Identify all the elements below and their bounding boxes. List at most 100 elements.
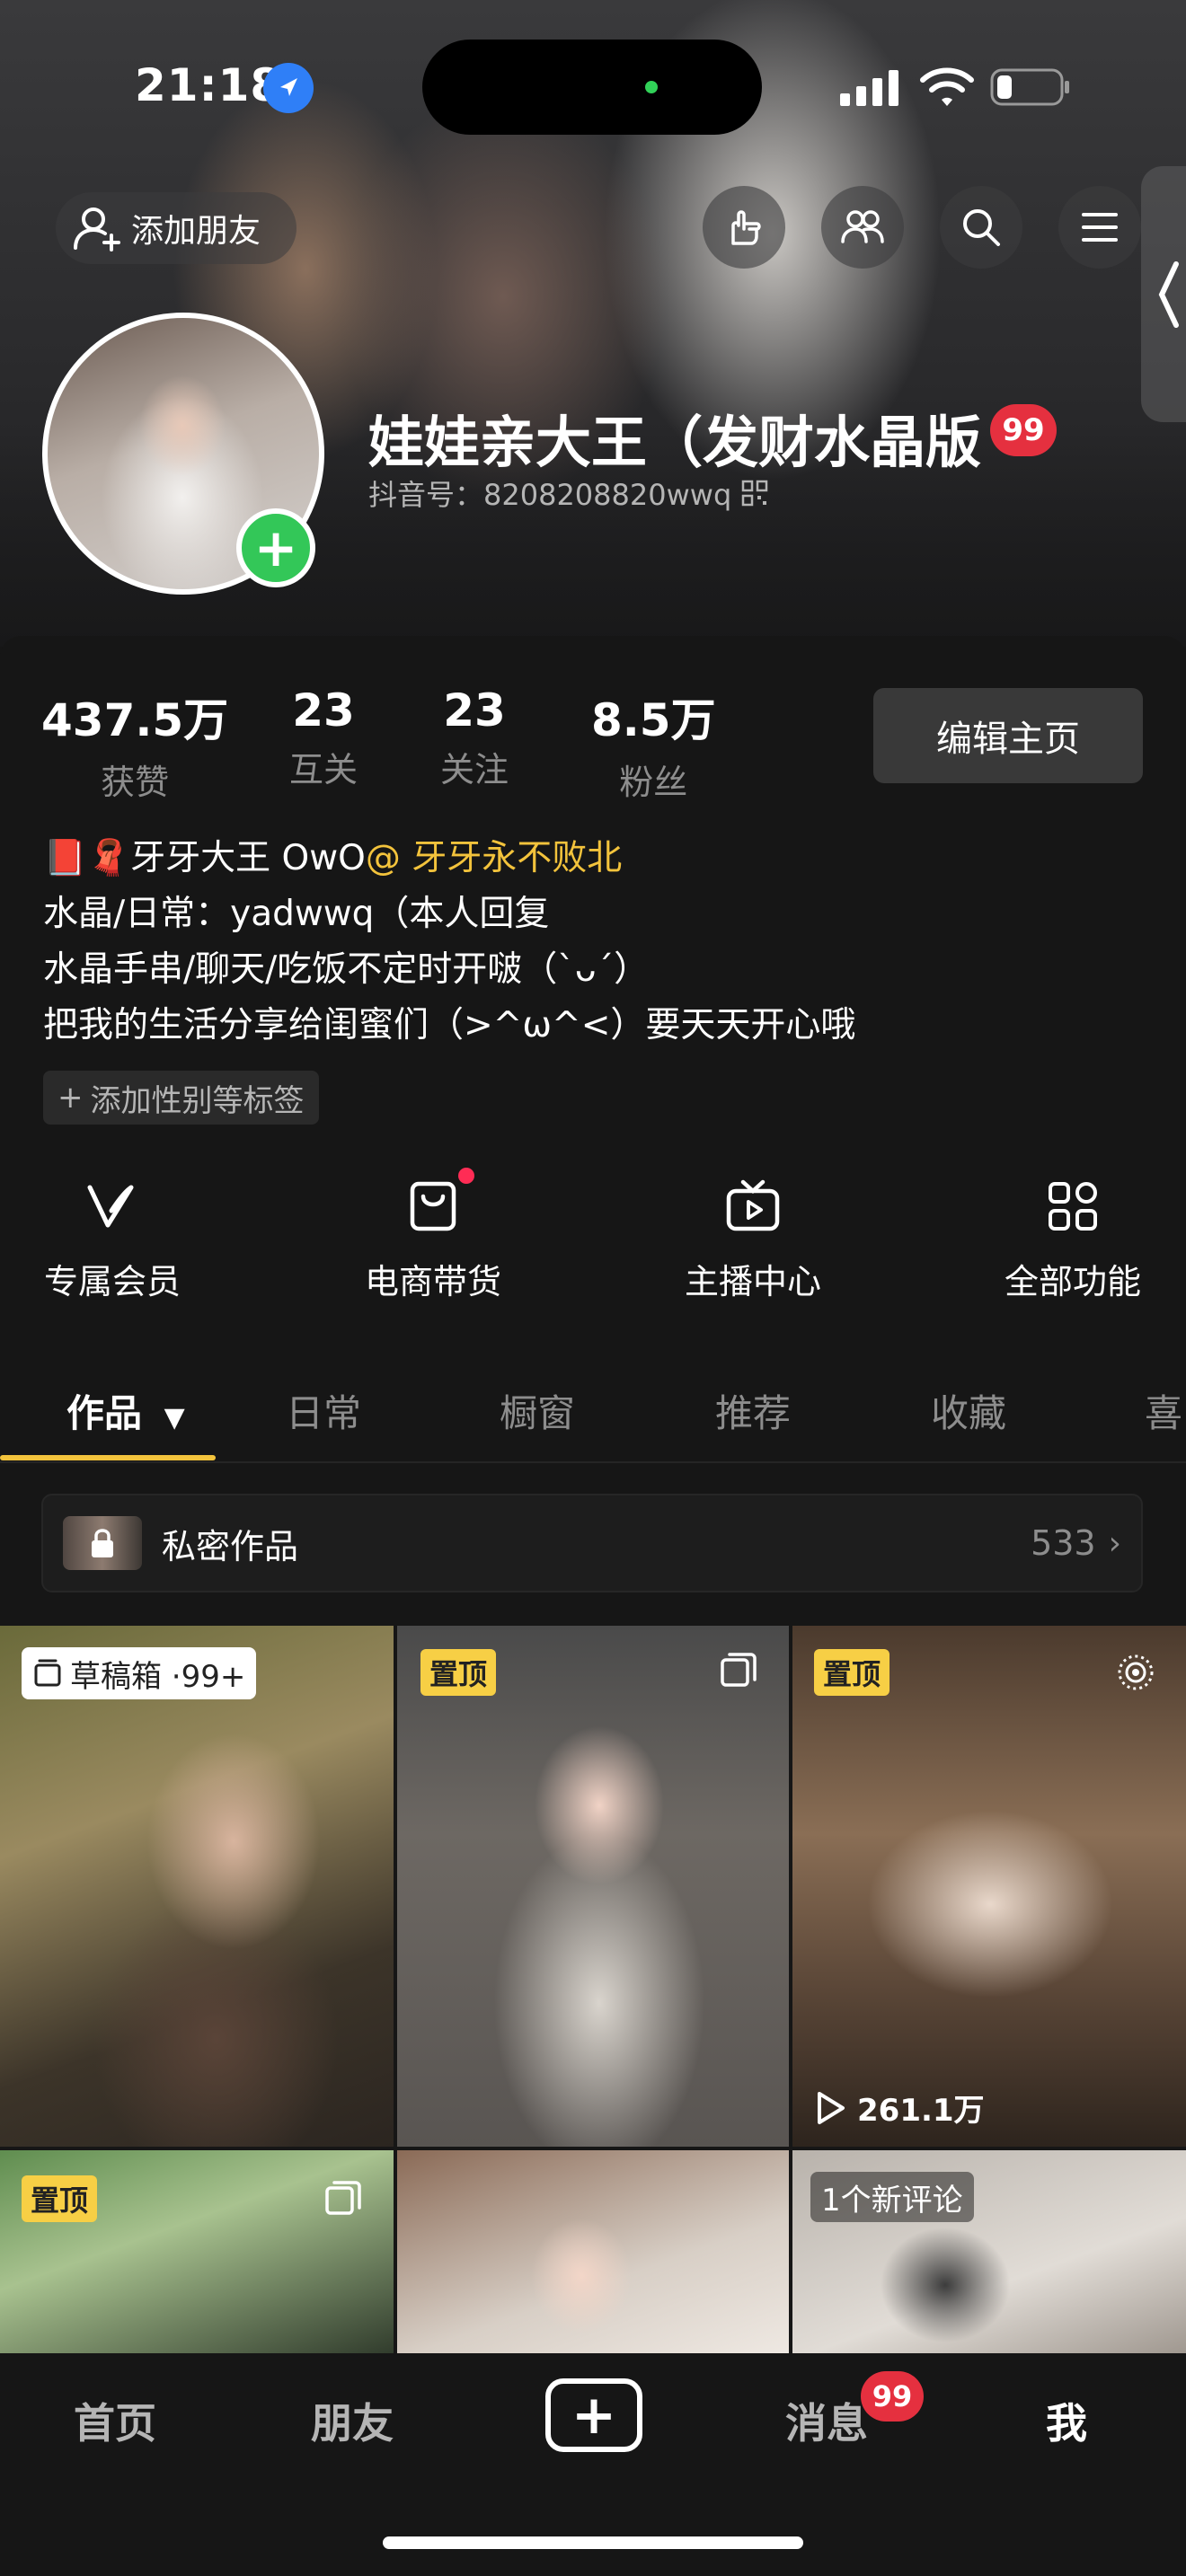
add-friend-button[interactable]: 添加朋友 [56,192,296,264]
chevron-right-icon: › [1108,1524,1121,1562]
menu-button[interactable] [1058,186,1141,269]
groups-button[interactable] [821,186,904,269]
stat-value: 8.5万 [591,694,716,746]
tab-favorites[interactable]: 收藏 [931,1383,1006,1438]
bio-text: 📕🧣牙牙大王 OwO [43,838,366,878]
stat-mutual[interactable]: 23 互关 [289,684,358,791]
private-works-count: 533 [1031,1523,1096,1563]
tab-showcase[interactable]: 橱窗 [500,1383,575,1438]
edit-profile-button[interactable]: 编辑主页 [873,688,1143,783]
video-thumbnail[interactable] [792,1626,1186,2147]
stat-label: 粉丝 [619,763,688,802]
play-icon [818,2091,845,2124]
plus-icon: + [58,1080,84,1116]
add-user-icon [74,207,120,251]
profile-screen: 21:18 添加朋友 + 娃娃亲大王（发财水晶版 99 抖音号：82082088… [0,0,1186,2576]
nav-home[interactable]: 首页 [74,2391,156,2450]
chevron-left-icon [1158,260,1179,328]
active-tab-indicator [0,1455,216,1460]
function-label: 全部功能 [1004,1262,1141,1301]
bio-line-4: 把我的生活分享给闺蜜们（>^ω^<）要天天开心哦 [43,1005,856,1045]
plus-icon: + [571,2384,617,2447]
nav-me[interactable]: 我 [1046,2391,1087,2450]
add-friend-label: 添加朋友 [131,213,261,250]
name-notification-badge: 99 [990,404,1057,456]
private-works-row[interactable]: 私密作品 533 › [41,1494,1143,1592]
douyin-id-row[interactable]: 抖音号：8208208820wwq [368,472,769,514]
stat-following[interactable]: 23 关注 [440,684,509,791]
stat-value: 23 [292,684,355,737]
people-icon [841,210,884,243]
new-comment-badge: 1个新评论 [810,2172,974,2222]
stat-likes[interactable]: 437.5万 获赞 [41,684,228,804]
function-vip[interactable]: 专属会员 [22,1177,202,1303]
bio-mention-link[interactable]: @ 牙牙永不败北 [366,838,622,878]
stat-followers[interactable]: 8.5万 粉丝 [591,684,716,804]
drafts-badge[interactable]: 草稿箱 ·99+ [22,1647,257,1699]
function-all[interactable]: 全部功能 [983,1177,1163,1303]
drafts-label: 草稿箱 ·99+ [70,1658,246,1695]
live-photo-icon [1118,1654,1154,1690]
home-indicator [383,2536,803,2549]
function-ecommerce[interactable]: 电商带货 [343,1177,523,1303]
vip-v-icon [87,1185,134,1228]
tab-likes[interactable]: 喜 [1145,1383,1182,1438]
function-label: 电商带货 [364,1262,501,1301]
multi-image-icon [721,1653,757,1687]
tab-recommend[interactable]: 推荐 [715,1383,791,1438]
function-streamer-center[interactable]: 主播中心 [663,1177,843,1303]
pinned-badge: 置顶 [814,1649,890,1696]
status-time: 21:18 [135,59,283,111]
tab-daily[interactable]: 日常 [286,1383,361,1438]
profile-name: 娃娃亲大王（发财水晶版 [368,410,982,475]
location-arrow-icon [263,63,314,113]
create-post-button[interactable]: + [545,2378,642,2452]
side-drawer-handle[interactable] [1141,166,1186,422]
nav-messages[interactable]: 消息 [785,2391,868,2450]
qr-code-icon[interactable] [740,479,769,507]
tab-works[interactable]: 作品 ▼ [66,1383,185,1438]
add-story-plus-icon[interactable]: + [236,508,315,587]
shopping-bag-icon [410,1181,456,1231]
messages-unread-badge: 99 [861,2371,924,2422]
notification-dot [458,1168,474,1184]
stat-value: 437.5万 [41,694,229,746]
caret-down-icon: ▼ [164,1402,185,1434]
hand-point-icon [731,210,761,245]
private-works-thumbnail [63,1516,142,1570]
lock-icon [92,1529,113,1557]
stat-label: 互关 [289,750,358,790]
function-label: 专属会员 [43,1262,181,1301]
stat-value: 23 [443,684,506,737]
cellular-signal-icon [840,70,898,106]
nav-friends[interactable]: 朋友 [311,2391,394,2450]
add-tags-label: 添加性别等标签 [90,1082,305,1119]
function-label: 主播中心 [684,1262,821,1301]
search-button[interactable] [940,186,1022,269]
pinned-badge: 置顶 [420,1649,497,1696]
grid-apps-icon [1049,1182,1097,1231]
tabs-divider [0,1461,1186,1463]
drafts-box-icon [34,1659,61,1687]
view-count: 261.1万 [814,2086,985,2130]
private-works-label: 私密作品 [162,1526,299,1566]
stat-label: 获赞 [101,763,170,802]
douyin-id-text: 抖音号：8208208820wwq [368,478,732,512]
stat-label: 关注 [440,750,509,790]
video-thumbnail[interactable] [397,1626,789,2147]
hamburger-menu-icon [1082,213,1118,242]
wifi-icon [920,67,974,106]
pinned-badge: 置顶 [22,2175,98,2222]
video-thumbnail[interactable] [397,2150,789,2357]
tab-label: 作品 [66,1391,143,1435]
view-count-text: 261.1万 [857,2093,985,2129]
video-thumbnail-drafts[interactable] [0,1626,394,2147]
bio-line-3: 水晶手串/聊天/吃饭不定时开啵（`ᴗ´） [43,949,650,990]
visitor-button[interactable] [703,186,785,269]
dynamic-island [422,40,762,135]
add-tags-button[interactable]: + 添加性别等标签 [43,1071,319,1125]
multi-image-icon [325,2181,361,2215]
bio-line-1: 📕🧣牙牙大王 OwO@ 牙牙永不败北 [43,830,622,880]
camera-indicator-dot [645,81,658,93]
search-icon [963,209,1000,246]
